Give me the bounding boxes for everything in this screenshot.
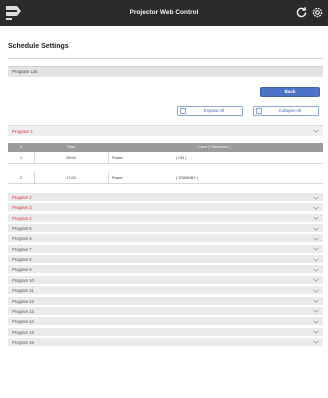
- program-label: Program 4: [12, 215, 32, 221]
- row-param: ( STANDBY ): [176, 176, 199, 180]
- collapse-all-label: Collapse All: [278, 108, 302, 113]
- row-num: 2: [19, 176, 23, 180]
- table-header: # Time Event ( Parameter ): [8, 143, 323, 152]
- program-item[interactable]: Program 12: [8, 296, 323, 306]
- app-title: Projector Web Control: [129, 9, 199, 16]
- col-header-event: Event ( Parameter ): [197, 145, 231, 149]
- program-item[interactable]: Program 5: [8, 224, 323, 234]
- program-label: Program 2: [12, 195, 32, 200]
- program-label: Program 11: [12, 288, 34, 294]
- program-item[interactable]: Program 8: [8, 255, 323, 265]
- chevron-down-icon: [313, 258, 319, 262]
- chevron-down-icon: [313, 206, 319, 210]
- col-header-time: Time: [66, 145, 76, 149]
- expand-all-button[interactable]: Expand All: [177, 106, 243, 116]
- program-label: Program 12: [12, 298, 34, 304]
- table-row[interactable]: 1 08:00 Power ( ON ): [8, 152, 323, 164]
- chevron-down-icon: [313, 320, 319, 324]
- chevron-up-icon: [313, 129, 319, 133]
- program-item[interactable]: Program 3: [8, 203, 323, 213]
- chevron-down-icon: [313, 196, 319, 200]
- program-item[interactable]: Program 7: [8, 244, 323, 254]
- chevron-down-icon: [313, 309, 319, 313]
- program-1-label: Program 1: [12, 129, 34, 134]
- program-item[interactable]: Program 16: [8, 337, 323, 347]
- program-label: Program 14: [12, 319, 34, 325]
- expand-all-label: Expand All: [203, 108, 225, 113]
- chevron-down-icon: [313, 268, 319, 272]
- program-item[interactable]: Program 4: [8, 213, 323, 223]
- chevron-down-icon: [313, 289, 319, 293]
- program-item[interactable]: Program 2: [8, 193, 323, 202]
- program-item[interactable]: Program 15: [8, 327, 323, 337]
- chevron-down-icon: [313, 278, 319, 282]
- program-item[interactable]: Program 9: [8, 265, 323, 275]
- program-1-header[interactable]: Program 1: [8, 125, 323, 136]
- page-title: Schedule Settings: [8, 43, 69, 50]
- program-label: Program 10: [12, 277, 34, 283]
- program-item[interactable]: Program 13: [8, 306, 323, 316]
- program-item[interactable]: Program 14: [8, 317, 323, 327]
- chevron-down-icon: [313, 330, 319, 334]
- chevron-down-icon: [313, 237, 319, 241]
- chevron-down-icon: [313, 299, 319, 303]
- program-label: Program 6: [12, 236, 32, 242]
- gear-icon[interactable]: [311, 6, 324, 19]
- row-event: Power: [112, 156, 123, 160]
- program-label: Program 13: [12, 308, 34, 314]
- program-item[interactable]: Program 11: [8, 286, 323, 296]
- section-header: Program List: [8, 66, 323, 77]
- program-label: Program 7: [12, 246, 32, 252]
- col-header-num: #: [19, 145, 23, 149]
- program-label: Program 9: [12, 267, 32, 273]
- row-time: 08:00: [66, 156, 76, 160]
- program-label: Program 3: [12, 205, 32, 211]
- program-item[interactable]: Program 6: [8, 234, 323, 244]
- section-title: Program List: [12, 69, 38, 74]
- chevron-down-icon: [313, 227, 319, 231]
- chevron-down-icon: [313, 340, 319, 345]
- collapse-all-button[interactable]: Collapse All: [253, 106, 319, 116]
- collapse-icon: [256, 108, 262, 114]
- row-num: 1: [19, 156, 23, 160]
- program-label: Program 8: [12, 257, 32, 263]
- program-label: Program 16: [12, 339, 34, 345]
- top-bar: Projector Web Control: [0, 0, 328, 26]
- program-label: Program 15: [12, 329, 34, 335]
- table-row[interactable]: 2 17:00 Power ( STANDBY ): [8, 172, 323, 184]
- chevron-down-icon: [313, 216, 319, 220]
- chevron-down-icon: [313, 247, 319, 251]
- back-button[interactable]: Back: [260, 87, 320, 97]
- refresh-icon[interactable]: [295, 6, 308, 19]
- row-time: 17:00: [66, 176, 76, 180]
- row-param: ( ON ): [176, 156, 187, 160]
- program-item[interactable]: Program 10: [8, 275, 323, 285]
- expand-icon: [180, 108, 186, 114]
- row-event: Power: [112, 176, 123, 180]
- title-divider: [8, 58, 323, 59]
- program-label: Program 5: [12, 226, 32, 232]
